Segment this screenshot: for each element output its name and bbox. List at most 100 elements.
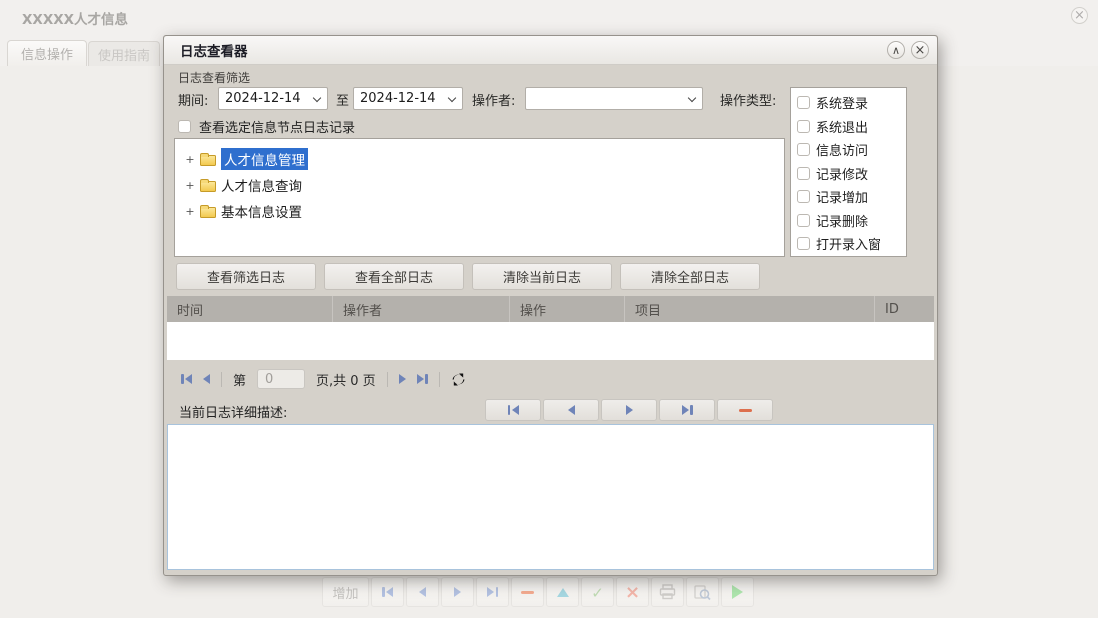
op-type-option-label: 记录修改: [816, 167, 869, 183]
last-page-button[interactable]: [416, 374, 428, 384]
detail-last-button[interactable]: [659, 399, 715, 421]
to-label: 至: [336, 94, 350, 109]
first-icon: [382, 587, 393, 597]
divider: [386, 371, 388, 387]
checkbox[interactable]: [797, 190, 810, 204]
detail-first-button[interactable]: [485, 399, 541, 421]
tab-info-operation[interactable]: 信息操作: [7, 40, 87, 66]
op-type-option-label: 记录增加: [816, 191, 869, 207]
view-filtered-logs-button[interactable]: 查看筛选日志: [176, 263, 316, 290]
period-label: 期间:: [178, 94, 209, 109]
triangle-up-icon: [556, 587, 569, 597]
play-icon: [732, 585, 743, 599]
checkbox[interactable]: [797, 166, 810, 180]
clear-current-logs-button[interactable]: 清除当前日志: [472, 263, 612, 290]
date-from-value: 2024-12-14: [225, 91, 301, 106]
next-icon: [454, 587, 461, 597]
run-button[interactable]: [721, 577, 754, 607]
folder-icon: [200, 204, 216, 218]
column-header-action[interactable]: 操作: [509, 296, 624, 322]
folder-icon: [200, 178, 216, 192]
date-to-select[interactable]: 2024-12-14: [353, 87, 463, 110]
detail-header-row: 当前日志详细描述:: [167, 399, 934, 423]
op-type-option[interactable]: 系统登录: [797, 91, 906, 115]
chevron-down-icon: [687, 93, 697, 103]
window-close-icon[interactable]: [1071, 7, 1088, 24]
cancel-record-button[interactable]: [616, 577, 649, 607]
clear-all-logs-button[interactable]: 清除全部日志: [620, 263, 760, 290]
refresh-icon[interactable]: [451, 372, 466, 387]
dialog-title: 日志查看器: [180, 44, 248, 60]
folder-icon: [200, 152, 216, 166]
tree-item[interactable]: 基本信息设置: [185, 198, 784, 224]
tree-item-label[interactable]: 人才信息查询: [221, 175, 302, 195]
print-button[interactable]: [651, 577, 684, 607]
detail-next-button[interactable]: [601, 399, 657, 421]
op-type-option-label: 信息访问: [816, 144, 869, 160]
tree-item-label[interactable]: 基本信息设置: [221, 201, 302, 221]
prev-page-button[interactable]: [203, 374, 210, 384]
expand-icon[interactable]: [185, 205, 195, 218]
chevron-down-icon: [312, 93, 322, 103]
application-window: XXXXX人才信息 信息操作 使用指南 增加: [0, 0, 1098, 618]
op-type-option[interactable]: 系统退出: [797, 115, 906, 139]
first-record-button[interactable]: [371, 577, 404, 607]
node-filter-label: 查看选定信息节点日志记录: [199, 121, 356, 136]
tab-user-guide[interactable]: 使用指南: [88, 41, 160, 66]
prev-record-button[interactable]: [406, 577, 439, 607]
node-filter-checkbox-row[interactable]: 查看选定信息节点日志记录: [178, 117, 355, 136]
checkbox[interactable]: [797, 143, 810, 157]
search-button[interactable]: [686, 577, 719, 607]
confirm-record-button[interactable]: [581, 577, 614, 607]
edit-record-button[interactable]: [546, 577, 579, 607]
close-dialog-icon[interactable]: [911, 41, 929, 59]
prev-icon: [567, 405, 575, 415]
tree-item[interactable]: 人才信息管理: [185, 146, 784, 172]
column-header-time[interactable]: 时间: [167, 296, 332, 322]
detail-prev-button[interactable]: [543, 399, 599, 421]
checkbox[interactable]: [178, 120, 191, 133]
date-from-select[interactable]: 2024-12-14: [218, 87, 328, 110]
delete-record-button[interactable]: [511, 577, 544, 607]
log-table-header: 时间 操作者 操作 项目 ID: [167, 296, 934, 322]
checkbox[interactable]: [797, 213, 810, 227]
first-page-button[interactable]: [181, 374, 192, 384]
expand-icon[interactable]: [185, 179, 195, 192]
next-record-button[interactable]: [441, 577, 474, 607]
op-type-option[interactable]: 打开录入窗: [797, 232, 906, 256]
op-type-option[interactable]: 记录增加: [797, 185, 906, 209]
first-icon: [507, 405, 519, 415]
divider: [221, 371, 222, 387]
tree-item[interactable]: 人才信息查询: [185, 172, 784, 198]
operator-select[interactable]: [525, 87, 703, 110]
column-header-operator[interactable]: 操作者: [332, 296, 509, 322]
op-type-option-label: 系统登录: [816, 97, 869, 113]
log-detail-textarea[interactable]: [167, 424, 934, 570]
log-table-body: [167, 322, 934, 360]
filter-group-label: 日志查看筛选: [178, 71, 251, 85]
op-type-option-label: 系统退出: [816, 120, 869, 136]
next-page-button[interactable]: [398, 374, 406, 384]
op-type-option[interactable]: 记录修改: [797, 162, 906, 186]
prev-icon: [419, 587, 426, 597]
expand-icon[interactable]: [185, 153, 195, 166]
detail-delete-button[interactable]: [717, 399, 773, 421]
checkbox[interactable]: [797, 96, 810, 110]
divider: [438, 371, 440, 387]
view-all-logs-button[interactable]: 查看全部日志: [324, 263, 464, 290]
checkbox[interactable]: [797, 237, 810, 251]
column-header-id[interactable]: ID: [874, 296, 934, 322]
page-number-input[interactable]: [257, 369, 306, 389]
column-header-item[interactable]: 项目: [624, 296, 874, 322]
checkbox[interactable]: [797, 119, 810, 133]
dialog-titlebar[interactable]: 日志查看器: [164, 36, 937, 65]
last-record-button[interactable]: [476, 577, 509, 607]
window-title: XXXXX人才信息: [22, 12, 129, 28]
tree-item-label[interactable]: 人才信息管理: [221, 148, 308, 170]
log-action-buttons: 查看筛选日志 查看全部日志 清除当前日志 清除全部日志: [176, 263, 760, 290]
add-record-button[interactable]: 增加: [322, 577, 369, 607]
op-type-option[interactable]: 记录删除: [797, 209, 906, 233]
op-type-option[interactable]: 信息访问: [797, 138, 906, 162]
detail-nav-buttons: [485, 399, 773, 421]
collapse-dialog-icon[interactable]: [887, 41, 905, 59]
